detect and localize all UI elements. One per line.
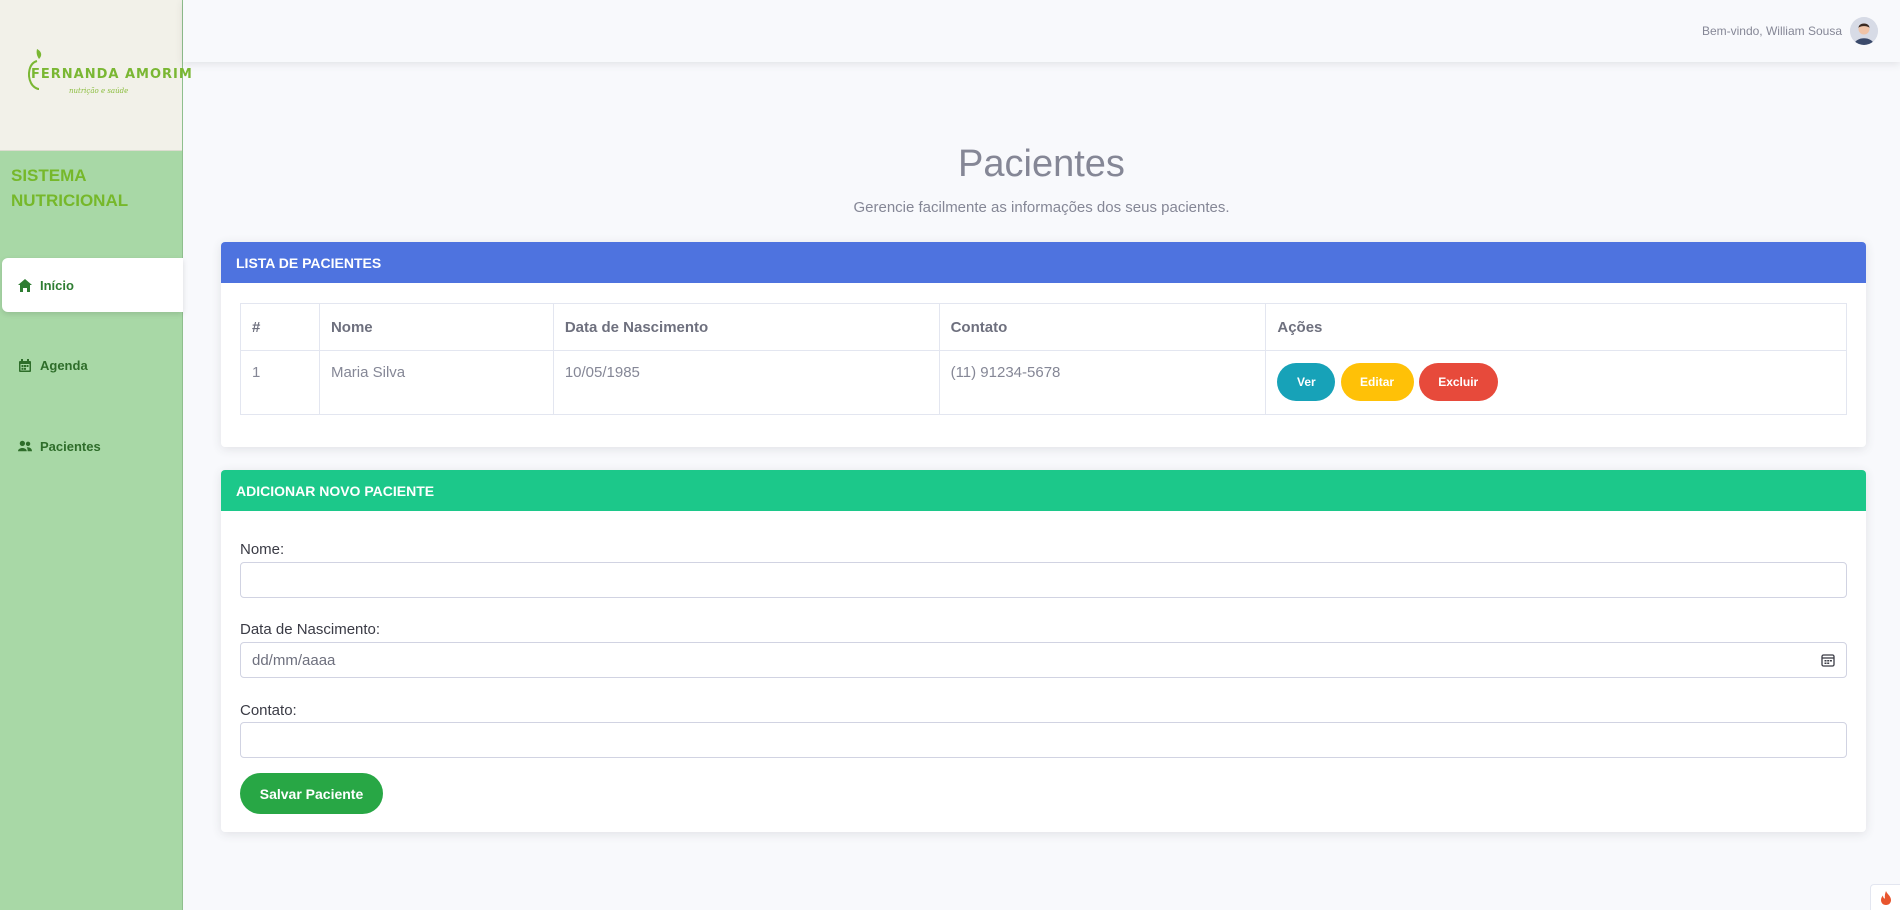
- page-subtitle: Gerencie facilmente as informações dos s…: [853, 199, 1230, 216]
- cell-nome: Maria Silva: [318, 350, 554, 415]
- sidebar-item-label: Início: [40, 277, 74, 293]
- users-icon: [18, 439, 32, 453]
- welcome-text: Bem-vindo, William Sousa: [1701, 24, 1842, 38]
- user-avatar[interactable]: [1850, 17, 1878, 45]
- sidebar-item-inicio[interactable]: Início: [2, 258, 183, 312]
- table-row: 1 Maria Silva 10/05/1985 (11) 91234-5678…: [240, 350, 1847, 415]
- avatar-icon: [1850, 17, 1878, 45]
- logo-tagline: nutrição e saúde: [69, 87, 129, 95]
- column-header-nome: Nome: [318, 303, 554, 351]
- logo-container: FERNANDA AMORIM nutrição e saúde: [0, 0, 192, 151]
- sidebar: FERNANDA AMORIM nutrição e saúde SISTEMA…: [0, 0, 192, 910]
- delete-button[interactable]: Excluir: [1418, 363, 1498, 401]
- logo[interactable]: FERNANDA AMORIM nutrição e saúde: [21, 45, 192, 105]
- cell-contato: (11) 91234-5678: [938, 350, 1267, 415]
- column-header-contato: Contato: [938, 303, 1267, 351]
- nascimento-label: Data de Nascimento:: [240, 621, 381, 638]
- cell-id: 1: [240, 350, 320, 415]
- sidebar-item-label: Agenda: [40, 357, 88, 373]
- save-patient-button[interactable]: Salvar Paciente: [240, 773, 383, 814]
- system-title: SISTEMA NUTRICIONAL: [11, 166, 129, 210]
- column-header-acoes: Ações: [1265, 303, 1847, 351]
- patients-list-header: LISTA DE PACIENTES: [221, 242, 1866, 283]
- table-header-row: # Nome Data de Nascimento Contato Ações: [240, 303, 1847, 351]
- topbar: Bem-vindo, William Sousa: [183, 0, 1900, 62]
- date-placeholder: dd/mm/aaaa: [252, 651, 336, 669]
- calendar-picker-icon[interactable]: [1821, 653, 1835, 667]
- column-header-number: #: [240, 303, 320, 351]
- patients-table: # Nome Data de Nascimento Contato Ações …: [240, 303, 1847, 415]
- edit-button[interactable]: Editar: [1340, 363, 1414, 401]
- view-button[interactable]: Ver: [1277, 363, 1336, 401]
- calendar-icon: [18, 358, 32, 372]
- flame-icon: [1880, 890, 1891, 905]
- sidebar-item-label: Pacientes: [40, 438, 101, 454]
- page-title: Pacientes: [958, 143, 1125, 185]
- home-icon: [18, 278, 32, 292]
- add-patient-header: ADICIONAR NOVO PACIENTE: [221, 470, 1866, 511]
- nascimento-date-input[interactable]: dd/mm/aaaa: [240, 642, 1847, 678]
- nome-input[interactable]: [240, 562, 1847, 598]
- corner-widget[interactable]: [1870, 884, 1900, 910]
- sidebar-item-agenda[interactable]: Agenda: [2, 338, 183, 392]
- cell-nascimento: 10/05/1985: [552, 350, 940, 415]
- logo-brand: FERNANDA AMORIM: [31, 67, 193, 82]
- nome-label: Nome:: [240, 541, 285, 558]
- contato-input[interactable]: [240, 722, 1847, 758]
- cell-actions: Ver Editar Excluir: [1265, 350, 1847, 415]
- add-patient-card: ADICIONAR NOVO PACIENTE Nome: Data de Na…: [221, 470, 1866, 832]
- sidebar-item-pacientes[interactable]: Pacientes: [2, 419, 183, 473]
- column-header-nascimento: Data de Nascimento: [552, 303, 940, 351]
- patients-list-card: LISTA DE PACIENTES # Nome Data de Nascim…: [221, 242, 1866, 447]
- contato-label: Contato:: [240, 702, 297, 719]
